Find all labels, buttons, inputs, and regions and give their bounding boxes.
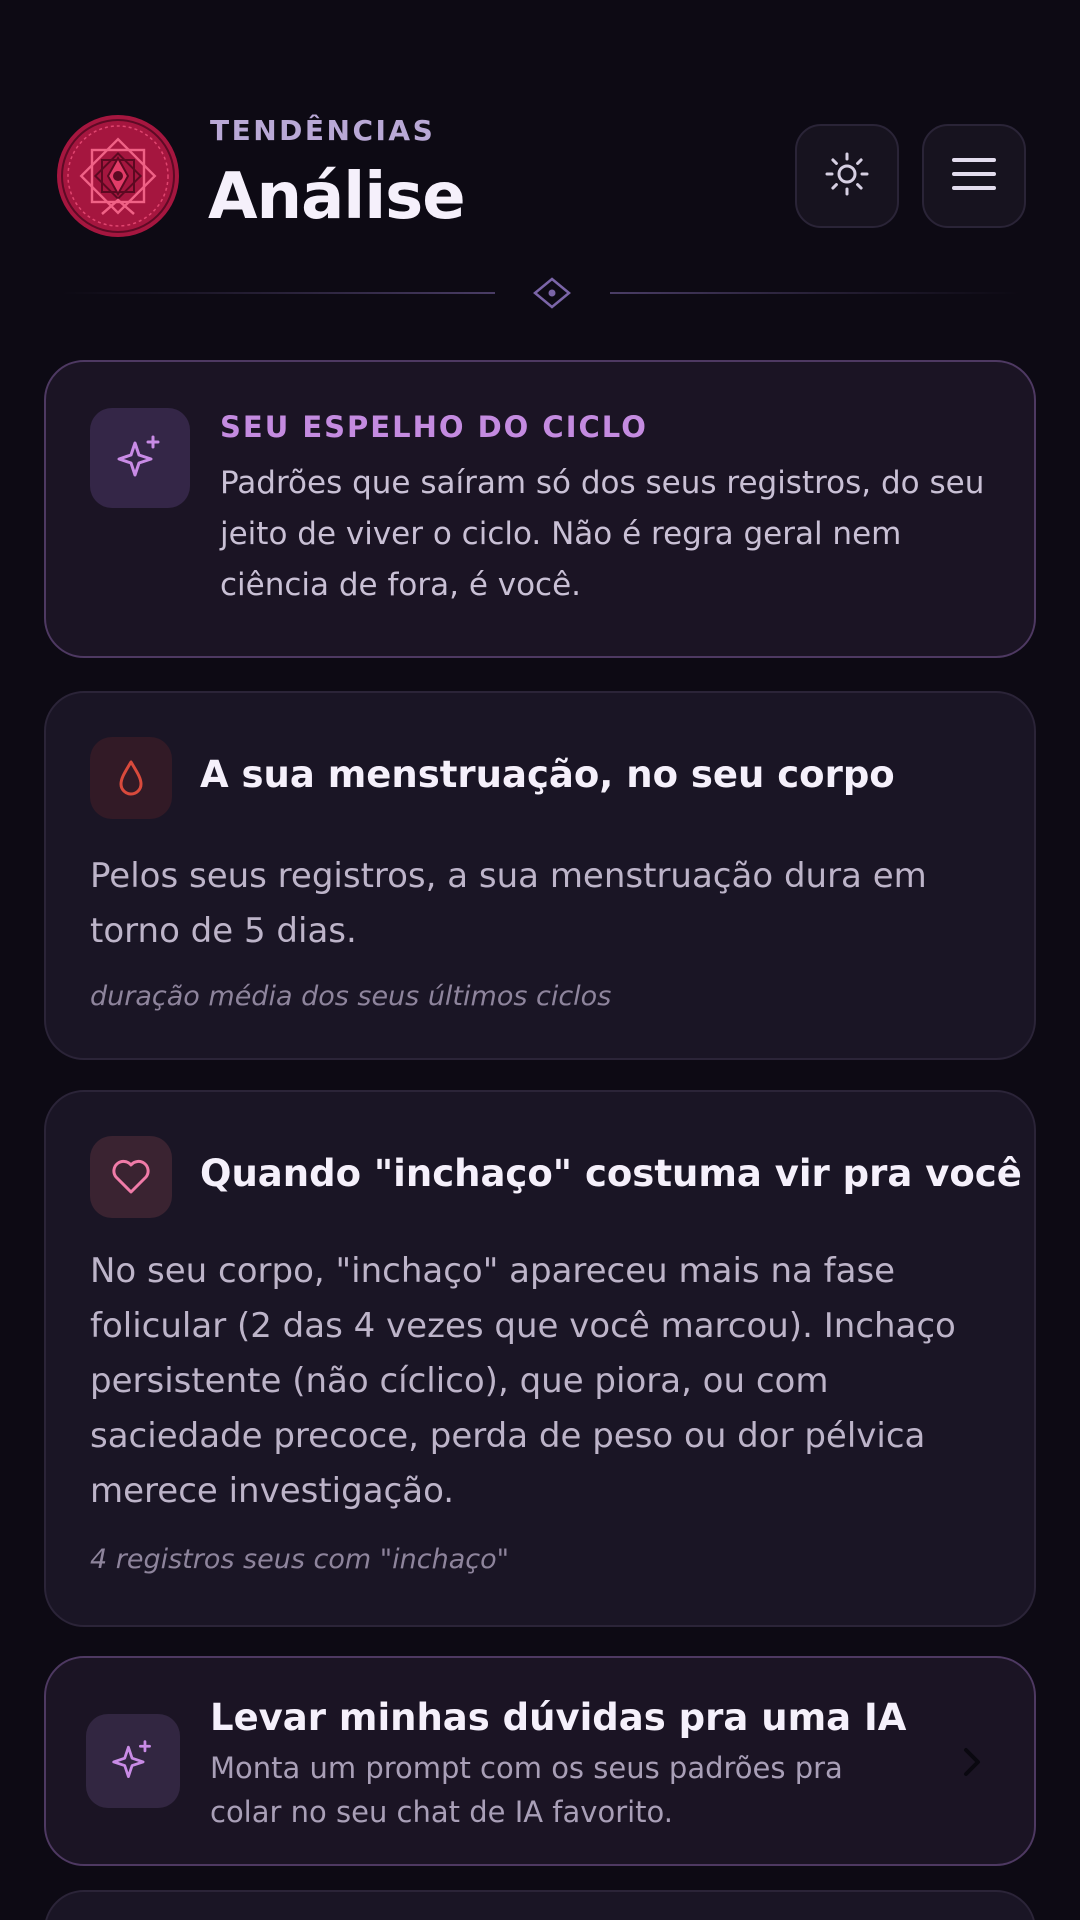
- sparkles-icon: [90, 408, 190, 508]
- period-card-note: duração média dos seus últimos ciclos: [90, 981, 612, 1012]
- page-eyebrow: TENDÊNCIAS: [210, 114, 436, 147]
- next-card: [44, 1890, 1036, 1920]
- page-title: Análise: [208, 160, 466, 234]
- bloating-pattern-card: Quando "inchaço" costuma vir pra você No…: [44, 1090, 1036, 1627]
- chevron-right-icon: [954, 1742, 990, 1782]
- analysis-page: TENDÊNCIAS Análise SEU ESPELHO DO CICLO …: [0, 0, 1080, 1920]
- period-duration-card: A sua menstruação, no seu corpo Pelos se…: [44, 691, 1036, 1060]
- bloating-card-body: No seu corpo, "inchaço" apareceu mais na…: [90, 1251, 956, 1511]
- theme-toggle-button[interactable]: [795, 124, 899, 228]
- ai-card-subtitle: Monta um prompt com os seus padrões pra …: [210, 1751, 843, 1829]
- ai-card-title: Levar minhas dúvidas pra uma IA: [210, 1696, 907, 1739]
- hamburger-menu-icon: [951, 156, 997, 196]
- ai-prompt-card[interactable]: Levar minhas dúvidas pra uma IA Monta um…: [44, 1656, 1036, 1866]
- bloating-card-title: Quando "inchaço" costuma vir pra você: [200, 1152, 1022, 1195]
- period-card-title: A sua menstruação, no seu corpo: [200, 753, 895, 796]
- heart-icon: [90, 1136, 172, 1218]
- mirror-heading: SEU ESPELHO DO CICLO: [220, 410, 648, 444]
- logo-mandala-icon: [56, 114, 180, 238]
- drop-icon: [90, 737, 172, 819]
- ornamental-divider: [60, 276, 1020, 310]
- sun-icon: [824, 151, 870, 201]
- header: TENDÊNCIAS Análise: [56, 112, 1026, 238]
- sparkles-icon: [86, 1714, 180, 1808]
- cycle-mirror-card: SEU ESPELHO DO CICLO Padrões que saíram …: [44, 360, 1036, 658]
- menu-button[interactable]: [922, 124, 1026, 228]
- mirror-description: Padrões que saíram só dos seus registros…: [220, 465, 985, 603]
- bloating-card-note: 4 registros seus com "inchaço": [90, 1544, 510, 1575]
- period-card-body: Pelos seus registros, a sua menstruação …: [90, 856, 927, 951]
